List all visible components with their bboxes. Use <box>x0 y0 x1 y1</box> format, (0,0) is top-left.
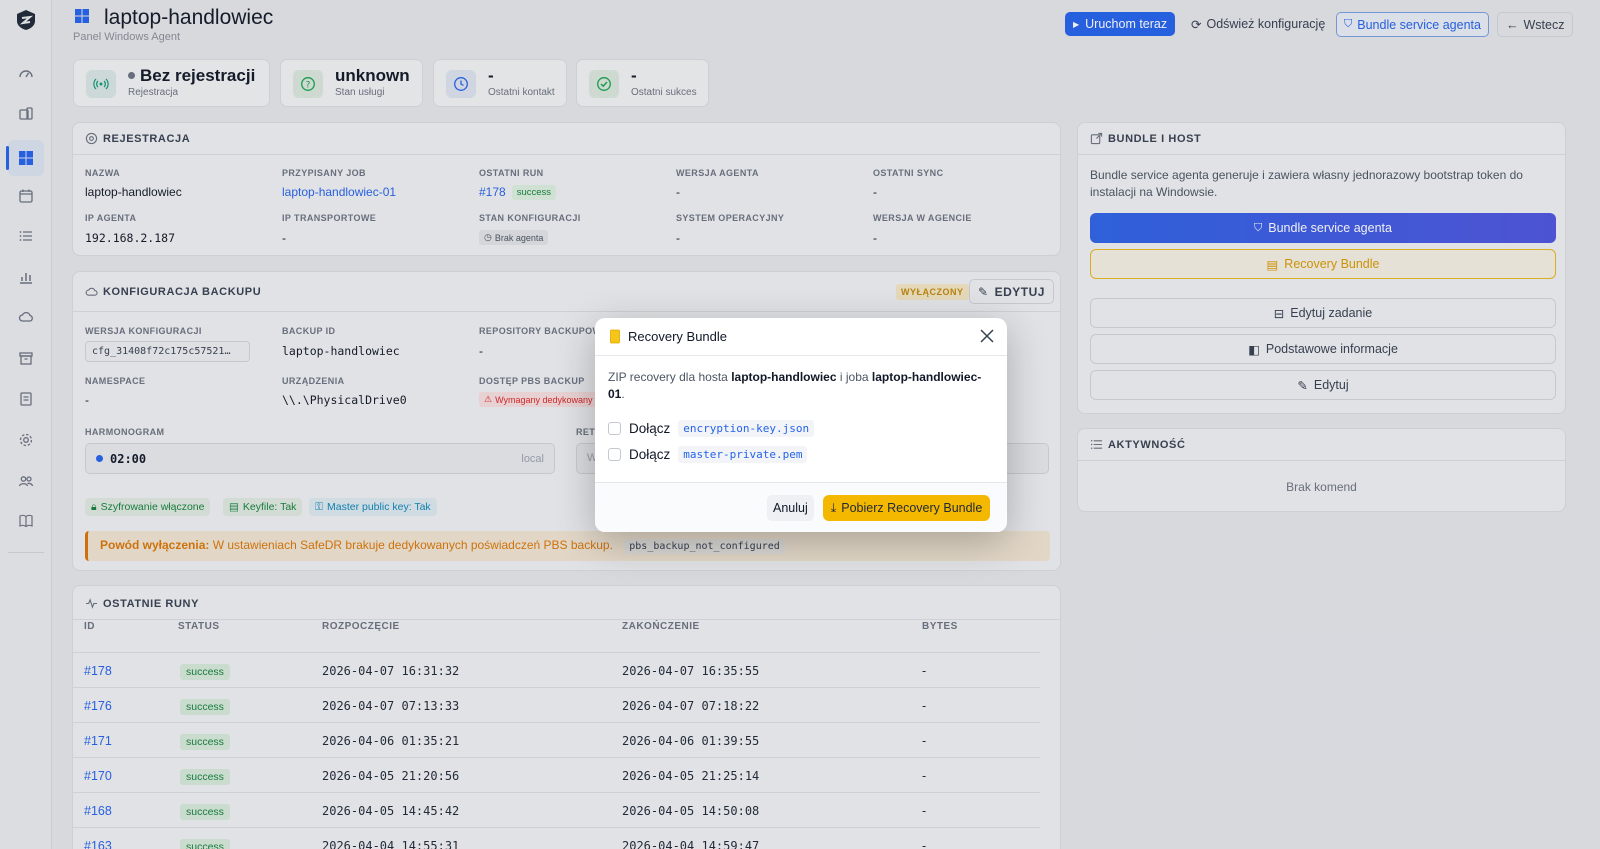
include-encryption-key-option[interactable]: Dołącz encryption-key.json <box>608 420 815 437</box>
cancel-button[interactable]: Anuluj <box>767 495 814 521</box>
modal-header: Recovery Bundle <box>595 318 1007 356</box>
modal-footer: Anuluj ⤓ Pobierz Recovery Bundle <box>595 482 1007 532</box>
download-icon: ⤓ <box>830 500 837 515</box>
close-icon[interactable] <box>979 328 995 344</box>
master-private-filename: master-private.pem <box>678 446 808 463</box>
encryption-key-filename: encryption-key.json <box>678 420 815 437</box>
modal-description: ZIP recovery dla hosta laptop-handlowiec… <box>608 370 982 401</box>
modal-host: laptop-handlowiec <box>731 370 837 384</box>
recovery-bundle-modal: Recovery Bundle ZIP recovery dla hosta l… <box>595 318 1007 532</box>
modal-title: Recovery Bundle <box>628 329 727 344</box>
file-icon <box>610 329 620 344</box>
download-recovery-bundle-button[interactable]: ⤓ Pobierz Recovery Bundle <box>823 495 990 521</box>
include-master-private-checkbox[interactable] <box>608 448 621 461</box>
include-encryption-key-checkbox[interactable] <box>608 422 621 435</box>
include-master-private-option[interactable]: Dołącz master-private.pem <box>608 446 808 463</box>
